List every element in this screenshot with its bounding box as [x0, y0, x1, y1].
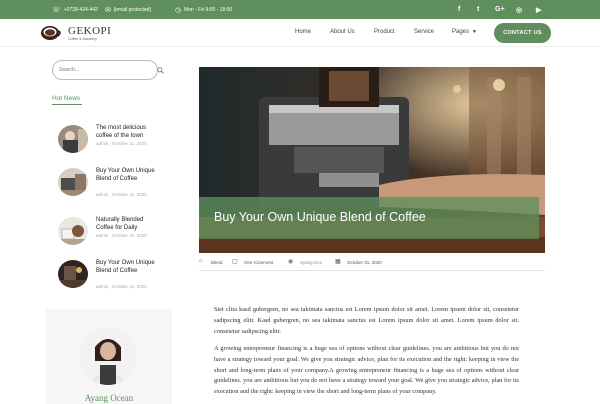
meta-divider	[199, 270, 545, 271]
post-comments[interactable]: One Comment	[244, 260, 273, 265]
email-address: [email protected]	[113, 6, 151, 13]
clock-icon: ◷	[175, 6, 182, 14]
author-avatar[interactable]	[79, 327, 137, 385]
comment-icon: ▢	[232, 259, 238, 265]
main-header: GEKOPI Coffee & Academy Home About Us Pr…	[0, 19, 600, 47]
envelope-icon: ✉	[105, 6, 111, 14]
twitter-icon[interactable]: t	[477, 0, 479, 19]
nav-about-us[interactable]: About Us	[330, 29, 355, 35]
tag-icon: ⌂	[199, 258, 203, 264]
user-icon: ◉	[288, 259, 294, 265]
email-info: ✉ [email protected]	[105, 0, 151, 19]
news-title[interactable]: The most delicious coffee of the town	[96, 125, 156, 140]
news-title[interactable]: Buy Your Own Unique Blend of Coffee	[96, 168, 156, 183]
news-meta: admin , October 31, 2020	[96, 141, 147, 146]
hours-info: ◷ Mon - Fri 9:00 - 18:00	[175, 0, 232, 19]
news-meta: admin , October 31, 2020	[96, 284, 147, 289]
brand-name[interactable]: GEKOPI	[68, 25, 111, 37]
post-paragraph: Stet clita kasd gubergren, no sea takima…	[214, 306, 519, 335]
search-input[interactable]	[52, 60, 158, 80]
brand-tagline: Coffee & Academy	[68, 37, 97, 41]
top-info-bar: ☏ +0728-424-442 ✉ [email protected] ◷ Mo…	[0, 0, 600, 19]
facebook-icon[interactable]: f	[458, 0, 460, 19]
chevron-down-icon[interactable]: ▼	[472, 29, 477, 35]
news-item[interactable]: Buy Your Own Unique Blend of Coffee admi…	[58, 168, 168, 200]
instagram-icon[interactable]: ◎	[516, 0, 522, 19]
calendar-icon: ▦	[335, 259, 341, 265]
news-thumbnail[interactable]	[58, 125, 88, 153]
author-card: Ayang Ocean	[46, 309, 172, 404]
post-author[interactable]: Ayang Oco	[300, 260, 322, 265]
heading-underline	[52, 104, 82, 105]
phone-number: +0728-424-442	[63, 6, 98, 13]
news-item[interactable]: Naturally Blended Coffee for Daily admin…	[58, 217, 168, 249]
hot-news-heading: Hot News	[52, 95, 81, 102]
news-item[interactable]: Buy Your Own Unique Blend of Coffee admi…	[58, 260, 168, 292]
post-title: Buy Your Own Unique Blend of Coffee	[214, 210, 426, 224]
news-thumbnail[interactable]	[58, 217, 88, 245]
author-name[interactable]: Ayang Ocean	[46, 393, 172, 403]
google-plus-icon[interactable]: G+	[495, 0, 505, 19]
post-tag[interactable]: Blend	[211, 260, 223, 265]
news-thumbnail[interactable]	[58, 168, 88, 196]
nav-pages[interactable]: Pages	[452, 29, 469, 35]
nav-home[interactable]: Home	[295, 29, 311, 35]
contact-us-button[interactable]: CONTACT US	[494, 23, 551, 43]
news-item[interactable]: The most delicious coffee of the town ad…	[58, 125, 168, 157]
news-meta: admin , October 31, 2020	[96, 192, 147, 197]
phone-info: ☏ +0728-424-442	[52, 0, 98, 19]
post-date: October 31, 2020	[347, 260, 382, 265]
coffee-cup-logo-icon[interactable]	[40, 24, 62, 42]
phone-icon: ☏	[52, 6, 61, 14]
opening-hours: Mon - Fri 9:00 - 18:00	[184, 6, 233, 13]
nav-service[interactable]: Service	[414, 29, 434, 35]
news-title[interactable]: Naturally Blended Coffee for Daily	[96, 217, 156, 232]
post-paragraph: A growing entrepreneur financing is a hu…	[214, 345, 519, 396]
nav-product[interactable]: Product	[374, 29, 395, 35]
news-title[interactable]: Buy Your Own Unique Blend of Coffee	[96, 260, 156, 275]
news-meta: admin , October 31, 2020	[96, 233, 147, 238]
search-icon[interactable]	[157, 67, 164, 74]
youtube-icon[interactable]: ▶	[536, 0, 541, 19]
post-meta-row: ⌂ Blend ▢ One Comment ◉ Ayang Oco ▦ Octo…	[199, 257, 545, 269]
news-thumbnail[interactable]	[58, 260, 88, 288]
